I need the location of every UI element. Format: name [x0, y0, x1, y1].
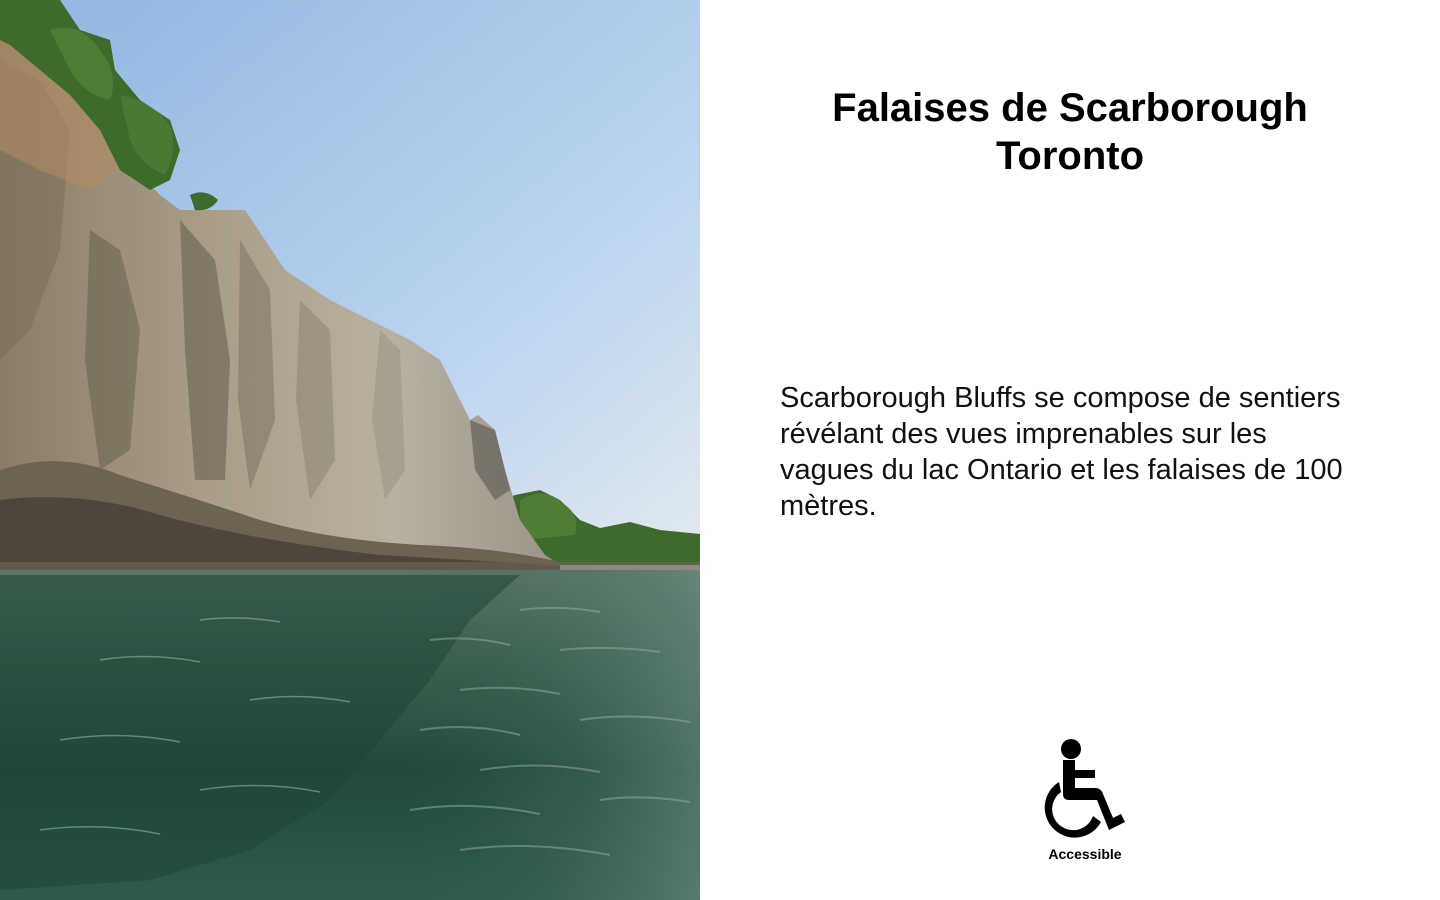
accessibility-label: Accessible — [1048, 846, 1122, 862]
title-line-1: Falaises de Scarborough — [832, 86, 1308, 130]
bluffs-photo-illustration — [0, 0, 700, 900]
info-panel: Falaises de Scarborough Toronto Scarboro… — [700, 0, 1440, 900]
wheelchair-icon — [1044, 739, 1125, 838]
accessibility-badge: Accessible — [1025, 738, 1145, 862]
title-line-2: Toronto — [995, 134, 1145, 178]
page: Falaises de Scarborough Toronto Scarboro… — [0, 0, 1440, 900]
hero-photo — [0, 0, 700, 900]
description-text: Scarborough Bluffs se compose de sentier… — [780, 382, 1343, 522]
page-title: Falaises de Scarborough Toronto — [740, 84, 1400, 180]
